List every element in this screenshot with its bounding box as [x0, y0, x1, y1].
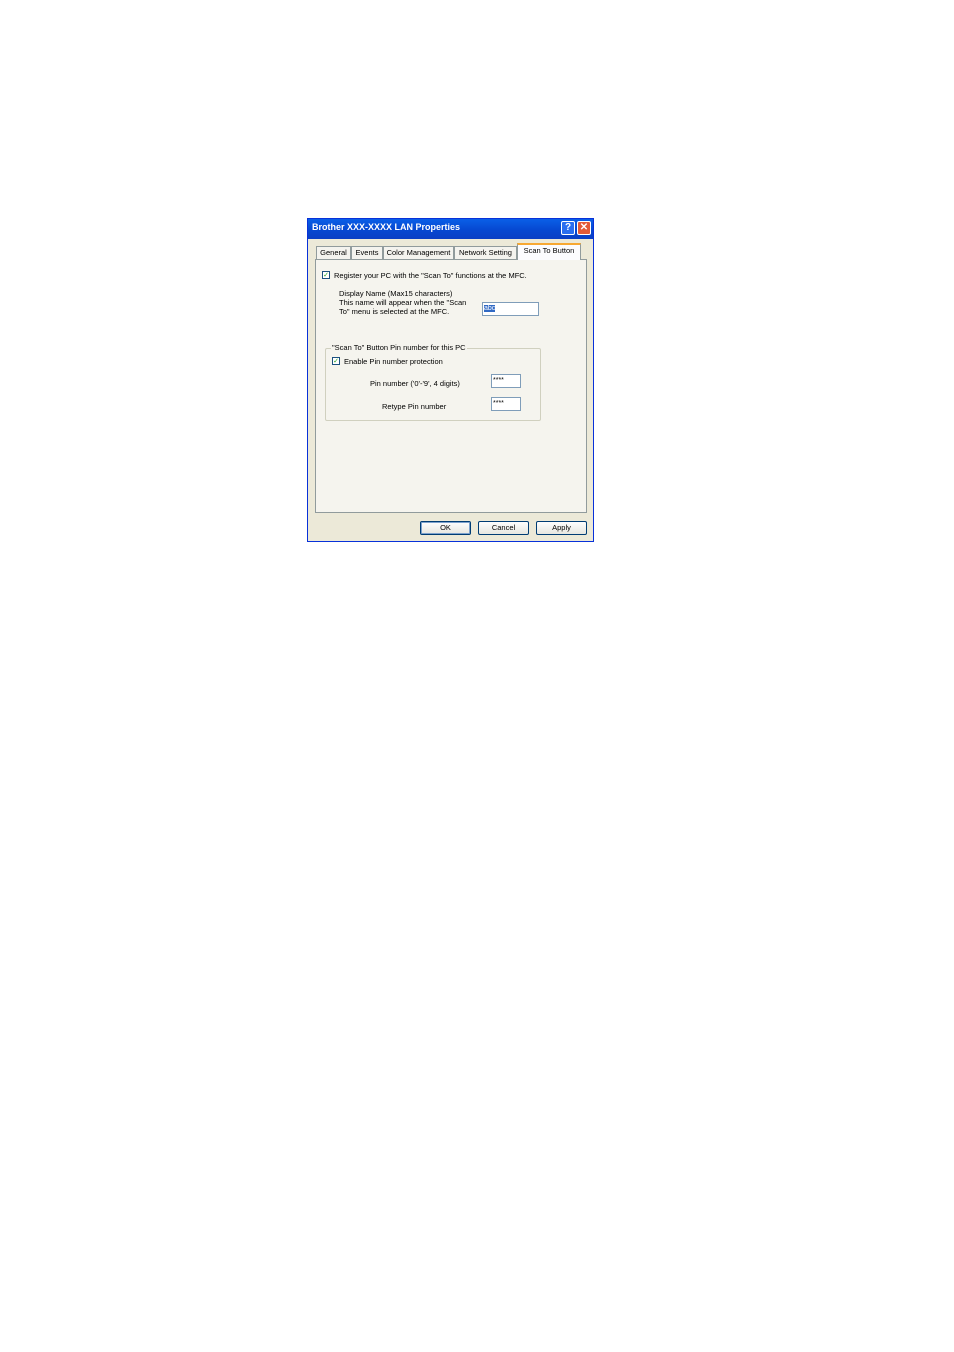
pin-number-field[interactable]: **** [491, 374, 521, 388]
retype-pin-field[interactable]: **** [491, 397, 521, 411]
ok-button[interactable]: OK [420, 521, 471, 535]
tab-events[interactable]: Events [351, 246, 383, 259]
enable-pin-checkbox[interactable]: ✓ [332, 357, 340, 365]
close-button[interactable]: ✕ [577, 221, 591, 235]
tab-network-setting[interactable]: Network Setting [454, 246, 517, 259]
pin-number-label: Pin number ('0'-'9', 4 digits) [370, 379, 460, 388]
register-checkbox[interactable]: ✓ [322, 271, 330, 279]
display-name-hint-1: This name will appear when the "Scan [339, 298, 467, 307]
register-label: Register your PC with the "Scan To" func… [334, 271, 527, 280]
window-title: Brother XXX-XXXX LAN Properties [312, 222, 461, 232]
properties-dialog: Brother XXX-XXXX LAN Properties ? ✕ Gene… [307, 218, 594, 542]
help-button[interactable]: ? [561, 221, 575, 235]
cancel-button[interactable]: Cancel [478, 521, 529, 535]
display-name-value: abc [484, 305, 496, 312]
tab-panel: ✓ Register your PC with the "Scan To" fu… [315, 259, 587, 513]
display-name-hint-2: To" menu is selected at the MFC. [339, 307, 450, 316]
title-bar[interactable]: Brother XXX-XXXX LAN Properties ? ✕ [308, 219, 593, 239]
tab-general[interactable]: General [316, 246, 351, 259]
enable-pin-label: Enable Pin number protection [344, 357, 443, 366]
tab-scan-to-button[interactable]: Scan To Button [517, 243, 581, 260]
display-name-field[interactable]: abc [482, 302, 539, 316]
display-name-label: Display Name (Max15 characters) [339, 289, 453, 298]
tab-color-management[interactable]: Color Management [383, 246, 454, 259]
pin-group: "Scan To" Button Pin number for this PC … [325, 343, 541, 421]
pin-group-title: "Scan To" Button Pin number for this PC [331, 343, 467, 352]
apply-button[interactable]: Apply [536, 521, 587, 535]
retype-pin-label: Retype Pin number [382, 402, 447, 411]
